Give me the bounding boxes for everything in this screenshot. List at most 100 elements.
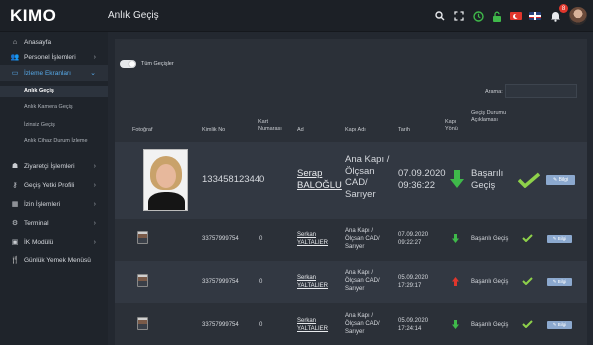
flag-tr-icon[interactable] [510, 12, 522, 20]
chevron-right-icon: › [93, 238, 96, 246]
check-icon [522, 277, 533, 285]
info-button-label: ✎ Bilgi [552, 177, 569, 183]
search-input[interactable] [505, 84, 577, 98]
page-title: Anlık Geçiş [108, 10, 159, 21]
check-icon [522, 320, 533, 328]
col-header-photo[interactable]: Fotoğraf [132, 127, 152, 134]
kimlik-no: 33757999754 [202, 322, 239, 328]
search-icon[interactable] [434, 10, 446, 22]
chevron-right-icon: › [93, 200, 96, 208]
chevron-right-icon: › [93, 53, 96, 61]
gecis-durumu: Başarılı Geçiş [471, 236, 509, 242]
kart-no: 0 [259, 174, 265, 185]
sidebar-item-terminal[interactable]: ⚙ Terminal › [0, 215, 108, 231]
sidebar-item-izleme[interactable]: ▭ İzleme Ekranları ⌄ [0, 65, 108, 81]
person-photo [137, 231, 148, 244]
info-button[interactable]: ✎ Bilgi [547, 235, 572, 243]
info-button[interactable]: ✎ Bilgi [547, 278, 572, 286]
arrow-down-icon [452, 234, 459, 243]
notification-badge: 8 [559, 4, 568, 13]
sidebar-item-label: İzleme Ekranları [24, 69, 71, 77]
sidebar-item-personel[interactable]: 👥 Personel İşlemleri › [0, 49, 108, 65]
kart-no: 0 [259, 236, 263, 242]
tarih: 05.09.2020 17:29:17 [398, 275, 429, 289]
kapi-adi: Ana Kapı / Ölçsan CAD/ Sarıyer [345, 270, 380, 292]
sidebar-sub-cihaz-durum[interactable]: Anlık Cihaz Durum İzleme [0, 138, 92, 145]
person-photo [137, 317, 148, 330]
sidebar-item-label: Terminal [24, 219, 49, 227]
bell-icon[interactable]: 8 [548, 4, 568, 22]
sidebar: ⌂ Anasayfa 👥 Personel İşlemleri › ▭ İzle… [0, 32, 108, 345]
gecis-durumu: Başarılı Geçiş [471, 279, 509, 285]
person-name-link[interactable]: Serkan YALTALIER [297, 231, 343, 247]
check-icon [518, 172, 540, 188]
kapi-adi: Ana Kapı / Ölçsan CAD/ Sarıyer [345, 228, 380, 250]
person-name-link[interactable]: Serkan YALTALIER [297, 317, 343, 333]
lock-icon[interactable] [491, 10, 503, 22]
col-header-kimlik[interactable]: Kimlik No [202, 127, 225, 134]
search-label: Arama: [485, 89, 503, 95]
person-name-link[interactable]: Serkan YALTALIER [297, 274, 343, 290]
visitor-icon: ☗ [11, 163, 19, 170]
arrow-down-icon [450, 170, 464, 188]
flag-uk-icon[interactable] [529, 12, 541, 20]
sidebar-item-gecis-yetki[interactable]: ⚷ Geçiş Yetki Profili › [0, 177, 108, 193]
sidebar-item-izin[interactable]: ▦ İzin İşlemleri › [0, 196, 108, 212]
person-photo [143, 149, 188, 211]
sidebar-item-label: Günlük Yemek Menüsü [24, 256, 91, 264]
food-icon: 🍴 [10, 257, 20, 264]
kimlik-no: 13345812344 [202, 174, 261, 185]
sidebar-item-yemek[interactable]: 🍴 Günlük Yemek Menüsü [0, 252, 108, 268]
sidebar-item-label: Geçiş Yetki Profili [24, 181, 75, 189]
sidebar-item-ik[interactable]: ▣ İK Modülü › [0, 234, 108, 250]
chevron-right-icon: › [93, 219, 96, 227]
sidebar-item-label: Anasayfa [24, 38, 52, 46]
col-header-yon[interactable]: Kapı Yönü [445, 119, 461, 132]
tarih: 07.09.2020 09:36:22 [398, 168, 446, 191]
col-header-kapi[interactable]: Kapı Adı [345, 127, 366, 134]
app-logo[interactable]: KIMO [10, 6, 56, 26]
sidebar-item-label: İK Modülü [24, 238, 54, 246]
info-button-label: ✎ Bilgi [552, 322, 567, 327]
all-passes-toggle[interactable] [120, 60, 136, 68]
kapi-adi: Ana Kapı / Ölçsan CAD/ Sarıyer [345, 313, 380, 335]
person-name-link[interactable]: Serap BALOĞLU [297, 168, 342, 191]
col-header-tarih[interactable]: Tarih [398, 127, 410, 134]
sidebar-sub-anlik-kamera-gecis[interactable]: Anlık Kamera Geçiş [0, 104, 108, 111]
monitor-icon: ▭ [11, 70, 19, 77]
top-icons: 8 [434, 4, 587, 27]
sidebar-item-label: İzin İşlemleri [24, 200, 61, 208]
gecis-durumu: Başarılı Geçiş [471, 322, 509, 328]
fullscreen-icon[interactable] [453, 10, 465, 22]
chevron-right-icon: › [93, 162, 96, 170]
people-icon: 👥 [10, 54, 20, 61]
check-icon [522, 234, 533, 242]
sidebar-item-anasayfa[interactable]: ⌂ Anasayfa [0, 34, 108, 50]
sidebar-sub-izinsiz-gecis[interactable]: İzinsiz Geçiş [0, 122, 108, 129]
main-content: Tüm Geçişler Arama: Fotoğraf Kimlik No K… [115, 39, 587, 345]
gecis-durumu: Başarılı Geçiş [471, 168, 504, 191]
sidebar-item-label: Personel İşlemleri [24, 53, 76, 61]
info-button-label: ✎ Bilgi [552, 279, 567, 284]
table-row[interactable]: 33757999754 0 Serkan YALTALIER Ana Kapı … [115, 219, 587, 259]
info-button[interactable]: ✎ Bilgi [546, 175, 575, 185]
key-icon: ⚷ [12, 182, 18, 189]
table-row[interactable]: 13345812344 0 Serap BALOĞLU Ana Kapı / Ö… [115, 142, 587, 219]
kapi-adi: Ana Kapı / Ölçsan CAD/ Sarıyer [345, 154, 390, 200]
info-button[interactable]: ✎ Bilgi [547, 321, 572, 329]
chevron-right-icon: › [93, 181, 96, 189]
col-header-kart[interactable]: Kart Numarası [258, 119, 288, 132]
tarih: 05.09.2020 17:24:14 [398, 318, 429, 332]
table-row[interactable]: 33757999754 0 Serkan YALTALIER Ana Kapı … [115, 261, 587, 303]
col-header-ad[interactable]: Ad [297, 127, 304, 134]
table-row[interactable]: 33757999754 0 Serkan YALTALIER Ana Kapı … [115, 305, 587, 345]
hr-icon: ▣ [11, 239, 19, 246]
tarih: 07.09.2020 09:22:27 [398, 232, 429, 246]
kimlik-no: 33757999754 [202, 236, 239, 242]
clock-icon[interactable] [472, 10, 484, 22]
sidebar-item-ziyaretci[interactable]: ☗ Ziyaretçi İşlemleri › [0, 158, 108, 174]
user-avatar[interactable] [569, 7, 587, 25]
sidebar-sub-anlik-gecis[interactable]: Anlık Geçiş [0, 86, 108, 97]
info-button-label: ✎ Bilgi [552, 236, 567, 241]
col-header-durum[interactable]: Geçiş Durumu Açıklaması [471, 110, 507, 123]
